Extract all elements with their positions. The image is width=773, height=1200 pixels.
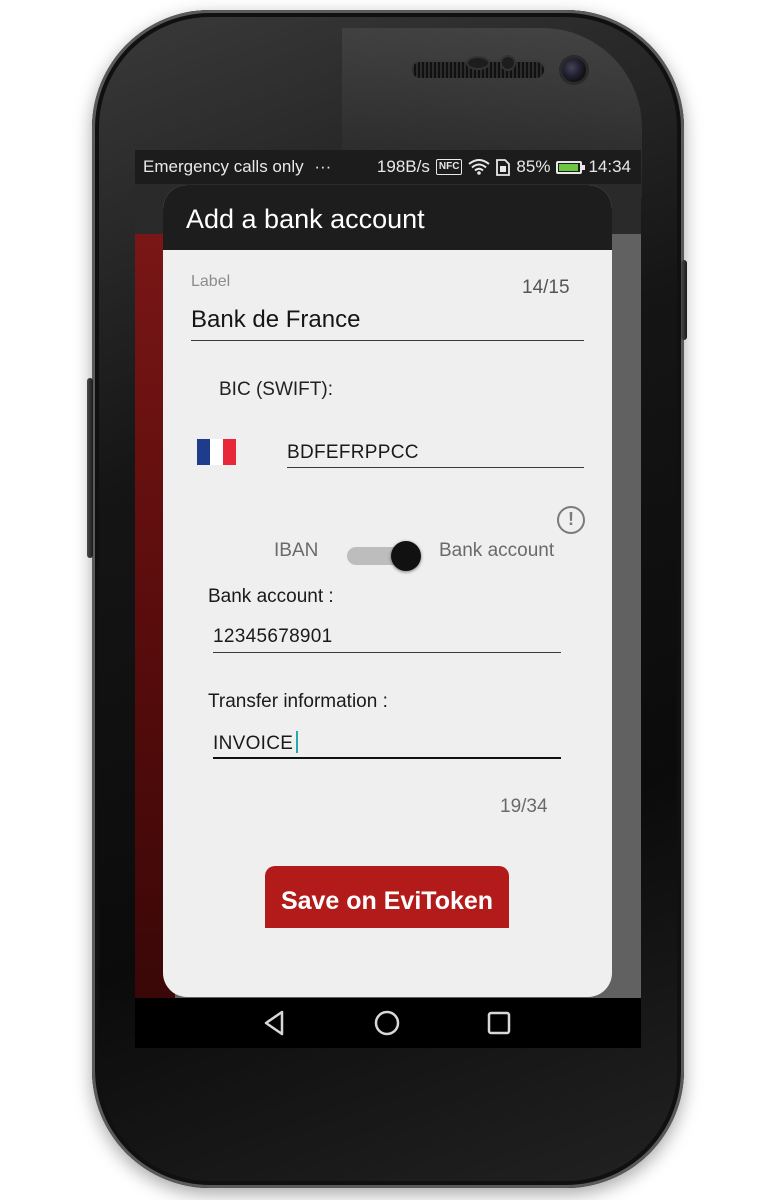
nfc-icon: NFC (435, 159, 463, 175)
bank-account-underline (213, 652, 561, 653)
wifi-icon (468, 159, 491, 175)
status-bar: Emergency calls only ··· 198B/s NFC 85% … (135, 150, 641, 184)
transfer-info-underline (213, 757, 561, 759)
more-notifications-icon: ··· (314, 157, 332, 176)
transfer-info-input[interactable]: INVOICE (213, 731, 298, 755)
light-sensor (502, 57, 514, 69)
bank-account-title: Bank account : (208, 586, 334, 607)
power-button[interactable] (681, 260, 687, 340)
france-flag-icon[interactable] (197, 439, 236, 465)
bic-underline (287, 467, 584, 468)
back-icon[interactable] (260, 1008, 290, 1038)
switch-thumb[interactable] (391, 541, 421, 571)
navigation-bar (135, 998, 641, 1048)
label-underline (191, 340, 584, 341)
bank-account-input[interactable]: 12345678901 (213, 626, 333, 648)
network-speed: 198B/s (376, 157, 430, 176)
info-icon[interactable]: ! (557, 506, 585, 534)
label-input[interactable]: Bank de France (191, 306, 360, 334)
battery-icon (556, 160, 586, 174)
volume-button[interactable] (87, 378, 93, 558)
proximity-sensor (468, 58, 488, 68)
recent-apps-icon[interactable] (484, 1008, 514, 1038)
home-icon[interactable] (372, 1008, 402, 1038)
transfer-info-char-counter: 19/34 (500, 796, 548, 817)
text-cursor (296, 731, 298, 753)
dialog-title: Add a bank account (163, 185, 612, 250)
clock: 14:34 (588, 157, 631, 176)
toggle-bank-account-label[interactable]: Bank account (439, 540, 554, 562)
bic-input[interactable]: BDFEFRPPCC (287, 442, 419, 464)
add-bank-account-dialog: Add a bank account Label 14/15 Bank de F… (163, 185, 612, 997)
label-char-counter: 14/15 (522, 277, 570, 298)
bic-title: BIC (SWIFT): (219, 379, 333, 400)
sim-icon (496, 158, 511, 176)
status-right: 198B/s NFC 85% 14:34 (377, 150, 631, 184)
transfer-info-title: Transfer information : (208, 691, 388, 712)
save-on-evitoken-button[interactable]: Save on EviToken (265, 866, 509, 928)
label-field-hint: Label (191, 273, 231, 290)
status-left: Emergency calls only ··· (143, 150, 331, 184)
front-camera (562, 58, 586, 82)
transfer-info-text: INVOICE (213, 733, 294, 754)
battery-percent: 85% (516, 157, 551, 176)
carrier-text: Emergency calls only (143, 157, 304, 176)
toggle-iban-label[interactable]: IBAN (274, 540, 318, 562)
